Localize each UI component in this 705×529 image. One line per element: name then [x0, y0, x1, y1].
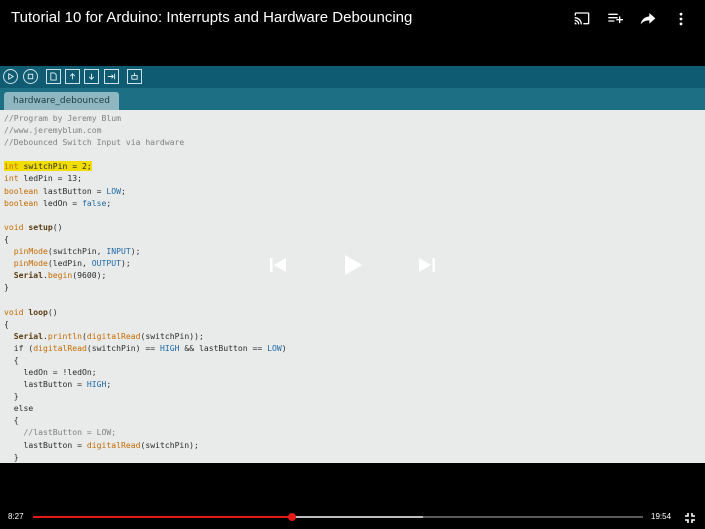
code-line: int ledPin = 13; [4, 173, 82, 184]
ide-toolbar [0, 66, 705, 88]
video-top-bar: Tutorial 10 for Arduino: Interrupts and … [0, 0, 705, 66]
share-icon[interactable] [631, 9, 664, 29]
open-icon [65, 69, 80, 84]
code-line: void loop() [4, 306, 58, 317]
save-icon [84, 69, 99, 84]
upload-icon [104, 69, 119, 84]
code-line: //Program by Jeremy Blum [4, 113, 121, 123]
code-editor: //Program by Jeremy Blum //www.jeremyblum… [4, 112, 287, 463]
code-line: } [4, 282, 9, 293]
video-bottom-bar [0, 463, 705, 529]
play-icon[interactable] [342, 253, 364, 282]
top-actions [565, 9, 697, 29]
duration: 19:54 [651, 512, 672, 521]
video-frame-arduino-ide[interactable]: hardware_debounced //Program by Jeremy B… [0, 66, 705, 463]
code-line: ledOn = !ledOn; [4, 366, 97, 377]
code-line: } [4, 391, 19, 402]
played-bar [33, 516, 293, 518]
code-line: lastButton = digitalRead(switchPin); [4, 439, 199, 450]
more-vert-icon[interactable] [664, 9, 697, 29]
code-line: //www.jeremyblum.com [4, 125, 102, 136]
code-line: pinMode(switchPin, INPUT); [13, 246, 141, 257]
cast-icon[interactable] [565, 9, 598, 29]
code-line: Serial.begin(9600); [13, 270, 107, 281]
code-line: void setup() [4, 221, 63, 232]
code-line: pinMode(ledPin, OUTPUT); [13, 258, 131, 269]
code-line: if (digitalRead(switchPin) == HIGH && la… [4, 342, 287, 353]
previous-icon[interactable] [268, 255, 288, 280]
stop-icon [23, 69, 38, 84]
next-icon[interactable] [417, 255, 437, 280]
code-line: //Debounced Switch Input via hardware [4, 137, 185, 148]
current-time: 8:27 [8, 512, 24, 521]
code-line: lastButton = HIGH; [4, 379, 112, 390]
code-line: Serial.println(digitalRead(switchPin)); [13, 330, 204, 341]
code-line: { [4, 233, 9, 244]
verify-icon [3, 69, 18, 84]
progress-bar[interactable] [33, 513, 643, 521]
code-line: int switchPin = 2; [4, 161, 92, 172]
sketch-tab: hardware_debounced [4, 92, 119, 110]
code-line: else [4, 403, 34, 414]
add-to-queue-icon[interactable] [598, 9, 631, 29]
ide-tabbar: hardware_debounced [0, 88, 705, 110]
code-line: boolean ledOn = false; [4, 197, 112, 208]
video-title: Tutorial 10 for Arduino: Interrupts and … [11, 9, 413, 26]
code-line: //lastButton = LOW; [23, 427, 117, 438]
code-line: { [4, 318, 9, 329]
exit-fullscreen-icon[interactable] [684, 511, 696, 523]
code-line: } [4, 451, 19, 462]
new-icon [46, 69, 61, 84]
code-line: boolean lastButton = LOW; [4, 185, 126, 196]
serial-monitor-icon [127, 69, 142, 84]
code-line: { [4, 354, 19, 365]
code-line: { [4, 415, 19, 426]
